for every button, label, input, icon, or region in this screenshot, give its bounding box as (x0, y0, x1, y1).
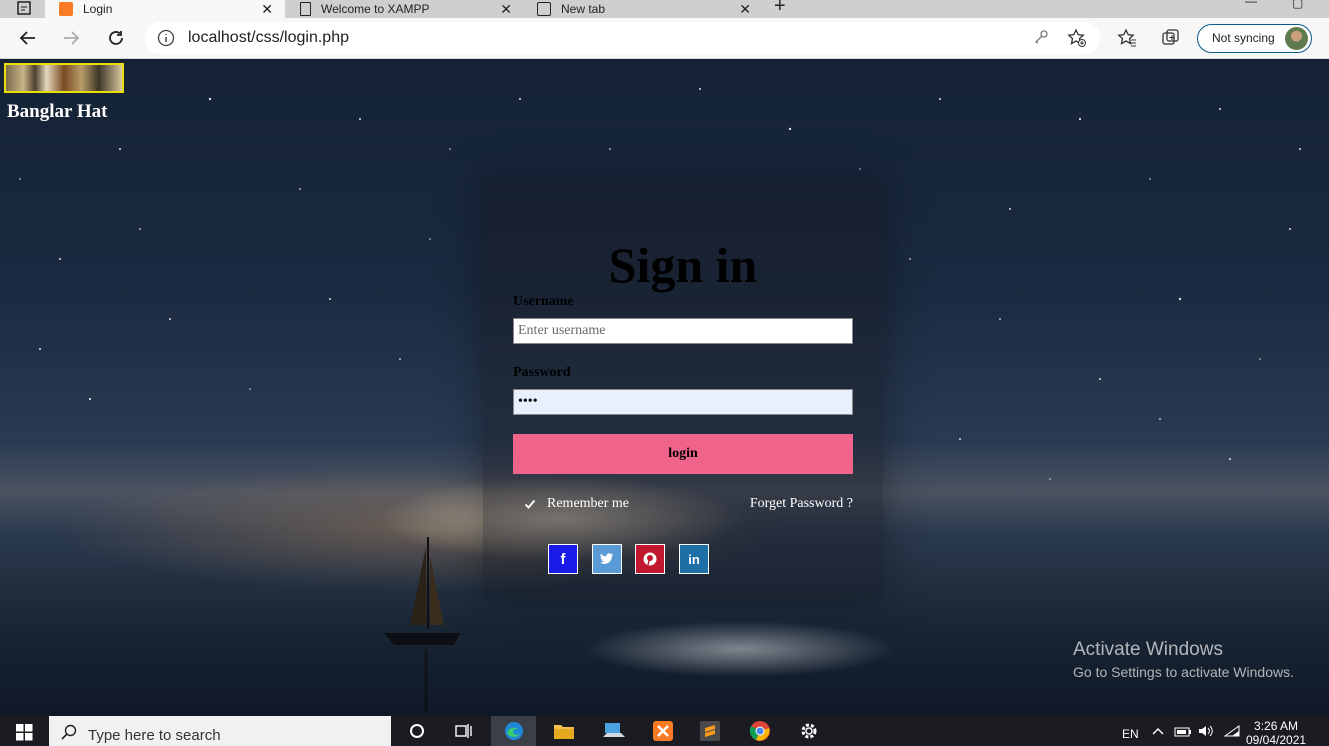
page-content: Banglar Hat Sign in Username Password lo… (0, 59, 1329, 716)
browser-toolbar: localhost/css/login.php Not syncing (0, 18, 1329, 59)
new-tab-icon (537, 2, 551, 16)
xampp-favicon-icon (59, 2, 73, 16)
activate-subtitle: Go to Settings to activate Windows. (1073, 664, 1294, 680)
battery-icon[interactable] (1174, 726, 1192, 740)
forgot-password-link[interactable]: Forget Password ? (750, 496, 853, 512)
sign-in-title: Sign in (608, 237, 758, 293)
search-placeholder: Type here to search (88, 727, 221, 744)
password-input[interactable] (513, 389, 853, 415)
tab-title: Welcome to XAMPP (321, 2, 430, 16)
sync-label: Not syncing (1212, 31, 1275, 45)
login-card: Sign in Username Password login Remember… (483, 178, 883, 598)
linkedin-button[interactable]: in (679, 544, 709, 574)
url-text[interactable]: localhost/css/login.php (188, 29, 349, 47)
info-icon[interactable] (157, 29, 175, 52)
username-label: Username (513, 294, 574, 309)
twitter-icon (600, 553, 614, 564)
profile-sync-button[interactable]: Not syncing (1197, 24, 1312, 53)
linkedin-icon: in (688, 551, 700, 567)
pinterest-button[interactable] (635, 544, 665, 574)
sublime-text-icon[interactable] (687, 716, 732, 746)
page-icon (300, 2, 311, 16)
password-label: Password (513, 365, 571, 380)
task-view-icon[interactable] (441, 716, 486, 746)
tab-xampp[interactable]: Welcome to XAMPP ✕ (288, 0, 524, 18)
system-clock[interactable]: 3:26 AM 09/04/2021 (1246, 719, 1306, 746)
close-tab-icon[interactable]: ✕ (500, 1, 512, 18)
tab-login[interactable]: Login ✕ (45, 0, 285, 18)
pc-icon[interactable] (591, 716, 636, 746)
minimize-icon[interactable]: — (1245, 0, 1257, 8)
activate-windows-watermark: Activate Windows Go to Settings to activ… (1073, 639, 1294, 680)
clock-date: 09/04/2021 (1246, 733, 1307, 746)
refresh-icon[interactable] (104, 26, 128, 50)
maximize-icon[interactable]: ▢ (1292, 0, 1303, 10)
tab-strip: Login ✕ Welcome to XAMPP ✕ New tab ✕ + —… (0, 0, 1329, 18)
add-favorite-icon[interactable] (1067, 28, 1087, 53)
collections-icon[interactable] (1159, 26, 1183, 50)
remember-me[interactable]: Remember me (523, 496, 629, 512)
activate-title: Activate Windows (1073, 639, 1223, 660)
chrome-icon[interactable] (737, 716, 782, 746)
cortana-icon[interactable] (394, 716, 439, 746)
wifi-icon[interactable] (1223, 725, 1240, 740)
username-input[interactable] (513, 318, 853, 344)
file-explorer-icon[interactable] (541, 716, 586, 746)
show-hidden-icons-icon[interactable] (1152, 725, 1164, 739)
back-icon[interactable] (16, 26, 40, 50)
taskbar-search[interactable]: Type here to search (49, 716, 391, 746)
close-tab-icon[interactable]: ✕ (739, 1, 751, 18)
remember-checkbox[interactable] (523, 497, 537, 511)
password-key-icon[interactable] (1033, 29, 1049, 50)
search-icon (61, 724, 77, 745)
tab-new[interactable]: New tab ✕ (527, 0, 763, 18)
windows-taskbar: Type here to search EN 3:26 AM 09/04/202 (0, 716, 1329, 746)
tab-actions-icon[interactable] (12, 0, 36, 20)
avatar (1285, 27, 1308, 50)
logo-image[interactable] (4, 63, 124, 93)
sailboat-image (384, 537, 460, 712)
language-indicator[interactable]: EN (1122, 727, 1139, 741)
tab-title: Login (83, 2, 113, 16)
clock-time: 3:26 AM (1254, 719, 1299, 733)
twitter-button[interactable] (592, 544, 622, 574)
tab-title: New tab (561, 2, 606, 16)
favorites-icon[interactable] (1115, 26, 1139, 50)
facebook-button[interactable]: f (548, 544, 578, 574)
forward-icon[interactable] (59, 26, 83, 50)
remember-label: Remember me (547, 496, 630, 511)
volume-icon[interactable] (1198, 725, 1214, 740)
address-bar[interactable]: localhost/css/login.php (145, 22, 1100, 54)
close-tab-icon[interactable]: ✕ (261, 1, 273, 18)
windows-start-icon[interactable] (16, 724, 33, 746)
xampp-icon[interactable] (640, 716, 685, 746)
new-tab-button[interactable]: + (774, 0, 786, 18)
pinterest-icon (643, 552, 657, 566)
edge-icon[interactable] (491, 716, 536, 746)
login-button[interactable]: login (513, 434, 853, 474)
brand-title: Banglar Hat (7, 101, 108, 122)
settings-gear-icon[interactable] (786, 716, 831, 746)
facebook-icon: f (560, 550, 566, 568)
